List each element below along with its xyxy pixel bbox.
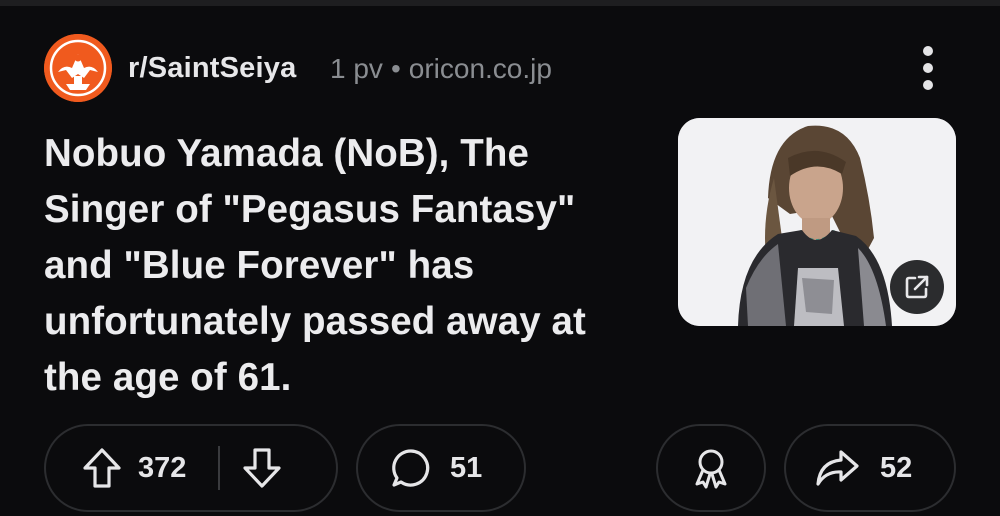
subreddit-avatar[interactable] <box>44 34 112 102</box>
subreddit-name[interactable]: r/SaintSeiya <box>128 52 296 85</box>
downvote-arrow-icon <box>243 448 281 488</box>
external-link-button[interactable] <box>890 260 944 314</box>
more-vertical-icon <box>923 46 933 56</box>
upvote-button[interactable] <box>82 447 122 489</box>
share-button[interactable]: 52 <box>784 424 956 512</box>
award-button[interactable] <box>656 424 766 512</box>
vote-score: 372 <box>138 451 187 484</box>
comments-button[interactable]: 51 <box>356 424 526 512</box>
upvote-arrow-icon <box>83 448 121 488</box>
post-title[interactable]: Nobuo Yamada (NoB), The Singer of "Pegas… <box>44 126 654 406</box>
comment-count: 51 <box>450 451 483 484</box>
post-meta: 1 pv • oricon.co.jp <box>330 53 552 85</box>
downvote-button[interactable] <box>242 447 282 489</box>
vote-control: 372 <box>44 424 338 512</box>
more-vertical-icon-dot <box>923 63 933 73</box>
share-arrow-icon <box>816 450 859 486</box>
vote-divider <box>218 446 221 490</box>
more-vertical-icon-dot <box>923 80 933 90</box>
share-count: 52 <box>880 451 913 484</box>
post-card[interactable]: r/SaintSeiya 1 pv • oricon.co.jp Nobuo Yam… <box>0 0 1000 516</box>
more-options-button[interactable] <box>910 42 946 94</box>
share-icon-wrap <box>814 448 860 488</box>
post-age: 1 pv <box>330 53 383 84</box>
comment-icon-wrap <box>390 447 432 489</box>
top-divider <box>0 0 1000 6</box>
subreddit-logo-icon <box>44 34 112 102</box>
external-link-icon <box>905 275 929 299</box>
comment-bubble-icon <box>392 449 430 487</box>
meta-separator: • <box>390 53 401 84</box>
post-domain[interactable]: oricon.co.jp <box>409 53 552 84</box>
award-icon <box>695 449 727 489</box>
